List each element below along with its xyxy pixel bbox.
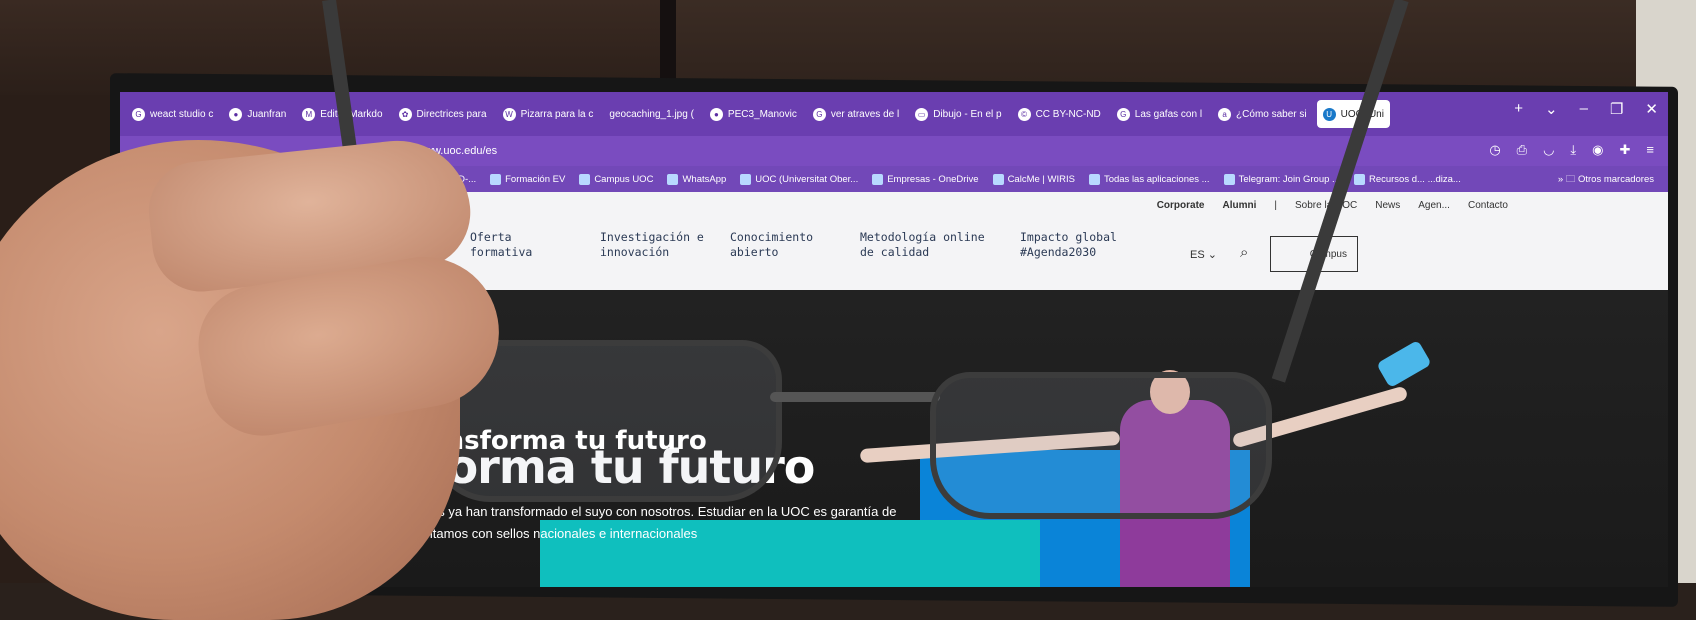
- language-selector[interactable]: ES ⌄: [1190, 248, 1217, 261]
- other-bookmarks[interactable]: » 🗀︎ Otros marcadores: [1558, 172, 1654, 188]
- account-icon[interactable]: ◉: [1592, 142, 1603, 158]
- history-icon[interactable]: ◷: [1489, 142, 1500, 158]
- g-icon: G: [1116, 107, 1130, 121]
- hero-person-shoe: [1376, 339, 1432, 389]
- menu-icon[interactable]: ≡: [1646, 142, 1654, 158]
- close-icon[interactable]: ✕: [1645, 100, 1658, 118]
- browser-toolbar: ◷ ⎙ ◡ ⤓ ◉ ✚ ≡: [1489, 142, 1654, 158]
- nav-investigacion[interactable]: Investigación e innovación: [600, 230, 710, 260]
- link-corporate[interactable]: Corporate: [1157, 200, 1205, 211]
- browser-tab[interactable]: ▭ Dibujo - En el p: [909, 100, 1007, 128]
- site-main-nav: Oferta formativa Investigación e innovació…: [470, 230, 1130, 260]
- browser-tab[interactable]: ✿ Directrices para: [393, 100, 493, 128]
- print-icon[interactable]: ⎙: [1517, 142, 1527, 158]
- extensions-icon[interactable]: ✚: [1620, 142, 1631, 158]
- link-news[interactable]: News: [1375, 200, 1400, 211]
- browser-tab[interactable]: a ¿Cómo saber si: [1212, 100, 1313, 128]
- browser-tab[interactable]: Gver atraves de l: [807, 100, 905, 128]
- browser-tab[interactable]: geocaching_1.jpg (: [603, 100, 700, 128]
- leaf-icon: ✿: [398, 107, 412, 121]
- download-icon[interactable]: ⤓: [1570, 142, 1576, 158]
- whiteboard-icon: W: [502, 107, 516, 121]
- cc-icon: ©: [1017, 107, 1031, 121]
- window-controls: + ⌄ – ❐ ✕: [1514, 100, 1658, 118]
- bookmark-item[interactable]: Telegram: Join Group ...: [1223, 173, 1340, 185]
- bookmark-item[interactable]: CalcMe | WIRIS: [992, 173, 1075, 185]
- google-icon: G: [812, 107, 826, 121]
- bookmark-item[interactable]: Recursos d... ...diza...: [1353, 173, 1461, 185]
- link-alumni[interactable]: Alumni: [1223, 200, 1257, 211]
- uoc-icon: [740, 173, 752, 185]
- github-icon: ●: [709, 107, 723, 121]
- bookmark-item[interactable]: Empresas - OneDrive: [872, 173, 979, 185]
- link-contacto[interactable]: Contacto: [1468, 200, 1508, 211]
- google-icon: G: [132, 107, 145, 121]
- glasses-lens-right: [930, 372, 1272, 519]
- separator: |: [1274, 200, 1277, 211]
- bookmark-item[interactable]: WhatsApp: [667, 173, 726, 185]
- markdown-icon: M: [302, 107, 316, 121]
- bookmark-item[interactable]: UOC (Universitat Ober...: [740, 173, 858, 185]
- uoc-icon: [579, 173, 591, 185]
- uoc-icon: U: [1322, 107, 1336, 121]
- browser-tab[interactable]: ● Juanfran: [223, 100, 292, 128]
- nav-impacto-global[interactable]: Impacto global #Agenda2030: [1020, 230, 1130, 260]
- bookmark-item[interactable]: Formación EV: [490, 173, 565, 185]
- github-icon: ●: [229, 107, 243, 121]
- bookmark-item[interactable]: Campus UOC: [579, 173, 653, 185]
- browser-tab[interactable]: G Las gafas con l: [1111, 100, 1208, 128]
- minimize-icon[interactable]: –: [1580, 100, 1588, 118]
- browser-tab[interactable]: W Pizarra para la c: [497, 100, 600, 128]
- telegram-icon: [1223, 173, 1235, 185]
- bookmark-item[interactable]: Todas las aplicaciones ...: [1088, 173, 1210, 185]
- onedrive-icon: [872, 173, 884, 185]
- a-icon: a: [1218, 107, 1232, 121]
- restore-icon[interactable]: ❐: [1610, 100, 1623, 118]
- apps-icon: [1088, 173, 1100, 185]
- link-agenda[interactable]: Agen...: [1418, 200, 1450, 211]
- whatsapp-icon: [667, 173, 679, 185]
- calcme-icon: [992, 173, 1004, 185]
- glasses-bridge: [770, 392, 940, 402]
- browser-tab[interactable]: © CC BY-NC-ND: [1012, 100, 1107, 128]
- browser-tab[interactable]: ● PEC3_Manovic: [704, 100, 803, 128]
- nav-oferta-formativa[interactable]: Oferta formativa: [470, 230, 580, 260]
- nav-conocimiento-abierto[interactable]: Conocimiento abierto: [730, 230, 840, 260]
- nav-metodologia[interactable]: Metodología online de calidad: [860, 230, 1000, 260]
- chevron-down-icon[interactable]: ⌄: [1545, 100, 1558, 118]
- pocket-icon[interactable]: ◡: [1543, 142, 1554, 158]
- search-icon[interactable]: ⌕: [1240, 244, 1248, 261]
- new-tab-icon[interactable]: +: [1514, 100, 1523, 118]
- bookmark-icon: [490, 173, 502, 185]
- browser-tab[interactable]: Gweact studio c: [126, 100, 219, 128]
- uoc-icon: [1353, 173, 1365, 185]
- drawing-icon: ▭: [915, 107, 929, 121]
